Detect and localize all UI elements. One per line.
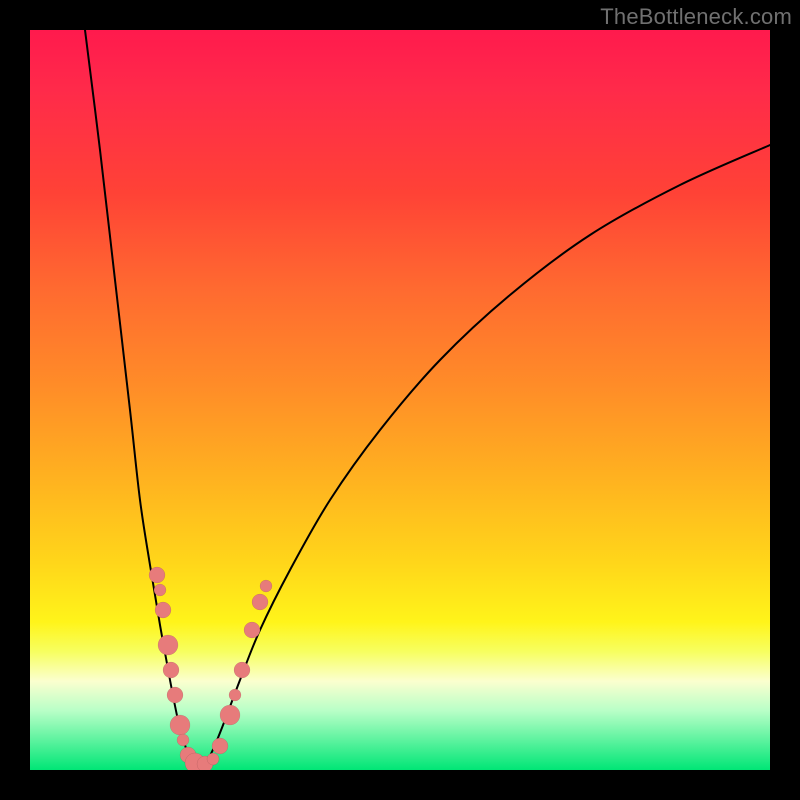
curve-layer	[30, 30, 770, 770]
scatter-marker	[234, 662, 250, 678]
scatter-marker	[220, 705, 240, 725]
scatter-marker	[170, 715, 190, 735]
scatter-marker	[229, 689, 241, 701]
scatter-marker	[158, 635, 178, 655]
scatter-marker	[212, 738, 228, 754]
scatter-marker	[167, 687, 183, 703]
scatter-marker	[149, 567, 165, 583]
scatter-marker	[154, 584, 166, 596]
watermark-text: TheBottleneck.com	[600, 4, 792, 30]
scatter-marker	[260, 580, 272, 592]
scatter-marker	[244, 622, 260, 638]
scatter-marker	[207, 753, 219, 765]
scatter-markers	[149, 567, 272, 770]
scatter-marker	[163, 662, 179, 678]
curve-right-branch	[208, 145, 770, 760]
image-frame: TheBottleneck.com	[0, 0, 800, 800]
scatter-marker	[155, 602, 171, 618]
plot-area	[30, 30, 770, 770]
scatter-marker	[252, 594, 268, 610]
scatter-marker	[177, 734, 189, 746]
